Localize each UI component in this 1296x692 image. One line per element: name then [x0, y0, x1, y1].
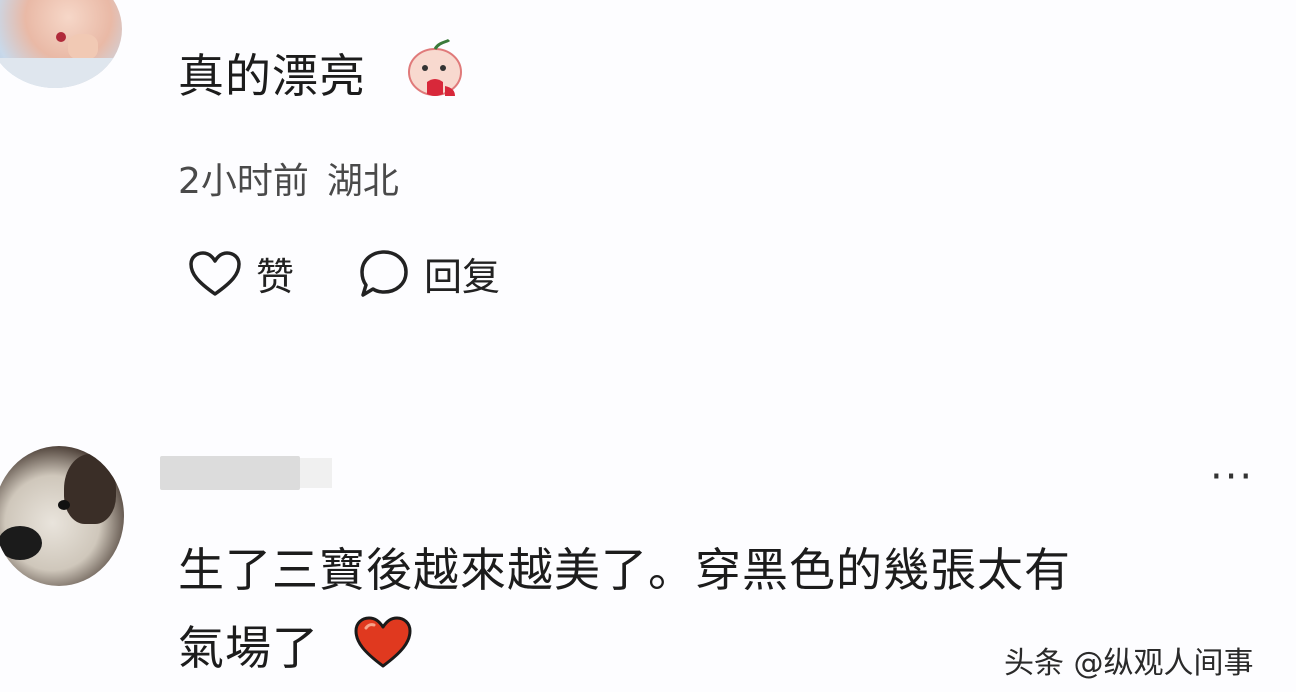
comment-time: 2小时前: [178, 161, 309, 202]
comment-text-line: 氣場了: [178, 621, 319, 675]
username-redacted[interactable]: [160, 456, 300, 490]
heart-outline-icon: [189, 250, 241, 296]
comment-location: 湖北: [326, 161, 399, 202]
username-redacted-edge: [300, 458, 332, 488]
avatar[interactable]: [0, 446, 124, 586]
comment-meta: 2小时前 湖北: [178, 152, 399, 204]
speech-bubble-icon: [360, 249, 408, 297]
reply-button[interactable]: 回复: [358, 246, 500, 301]
comment-text-line: 生了三寶後越來越美了。穿黑色的幾張太有: [178, 543, 1071, 597]
like-label: 赞: [256, 255, 295, 299]
watermark: 头条 @纵观人间事: [1004, 646, 1254, 681]
red-heart-emoji-icon: [354, 616, 412, 668]
like-button[interactable]: 赞: [188, 246, 294, 301]
avatar[interactable]: [0, 0, 122, 88]
comment-text: 真的漂亮: [178, 49, 366, 103]
bleeding-face-emoji-icon: [408, 38, 462, 96]
more-options-button[interactable]: ···: [1210, 454, 1254, 500]
reply-label: 回复: [424, 255, 501, 299]
